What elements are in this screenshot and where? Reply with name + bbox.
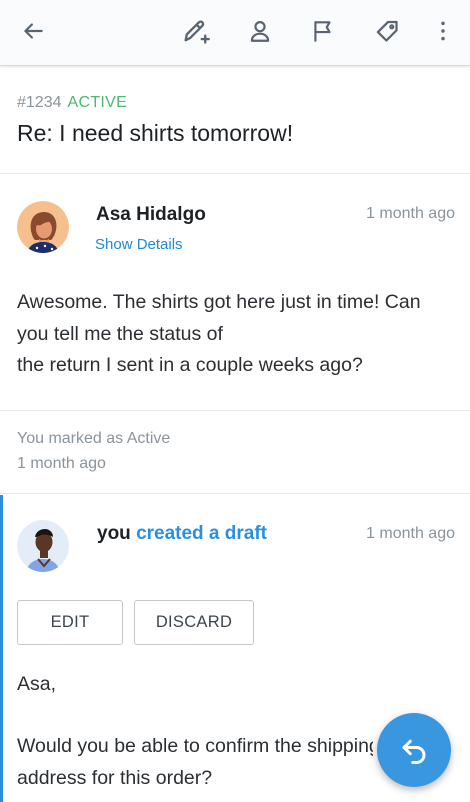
status-change-note: You marked as Active 1 month ago xyxy=(0,412,470,494)
reply-icon xyxy=(399,735,429,765)
assign-user-icon[interactable] xyxy=(244,15,276,47)
message-body-line: Awesome. The shirts got here just in tim… xyxy=(17,291,421,313)
conversation-title: Re: I need shirts tomorrow! xyxy=(17,120,294,146)
flag-icon[interactable] xyxy=(307,15,339,47)
message-body-line: the return I sent in a couple weeks ago? xyxy=(17,354,363,376)
avatar[interactable] xyxy=(17,520,69,572)
draft-body: Would you be able to confirm the shippin… xyxy=(17,731,373,794)
message-body-line: you tell me the status of xyxy=(17,322,223,345)
draft-action[interactable]: created a draft xyxy=(136,523,267,544)
status-badge: ACTIVE xyxy=(67,94,128,111)
avatar[interactable] xyxy=(17,201,69,253)
discard-button[interactable]: DISCARD xyxy=(134,600,254,645)
draft-body-line: address for this order? xyxy=(17,766,213,789)
top-toolbar xyxy=(0,0,470,66)
conversation-meta: #1234 ACTIVE xyxy=(17,94,127,112)
more-vertical-icon[interactable] xyxy=(427,15,459,47)
message-timestamp: 1 month ago xyxy=(366,205,455,222)
status-note-time: 1 month ago xyxy=(17,455,106,472)
draft-body-line: Would you be able to confirm the shippin… xyxy=(17,735,373,757)
status-note-text: You marked as Active xyxy=(17,430,171,447)
draft-timestamp: 1 month ago xyxy=(366,525,455,542)
author-name[interactable]: Asa Hidalgo xyxy=(96,204,206,226)
reply-button[interactable] xyxy=(377,713,451,787)
message-body: Awesome. The shirts got here just in tim… xyxy=(17,287,462,382)
draft-greeting: Asa, xyxy=(17,673,57,695)
conversation-number: #1234 xyxy=(17,94,62,111)
tag-icon[interactable] xyxy=(371,15,403,47)
customer-message: Asa Hidalgo Show Details 1 month ago Awe… xyxy=(0,175,470,411)
conversation-header: #1234 ACTIVE Re: I need shirts tomorrow! xyxy=(0,68,470,174)
back-arrow-icon[interactable] xyxy=(17,15,49,47)
draft-author: you xyxy=(97,523,131,544)
draft-author-line: you created a draft xyxy=(97,523,267,545)
show-details-link[interactable]: Show Details xyxy=(95,236,183,253)
edit-note-icon[interactable] xyxy=(180,15,212,47)
edit-button[interactable]: EDIT xyxy=(17,600,123,645)
